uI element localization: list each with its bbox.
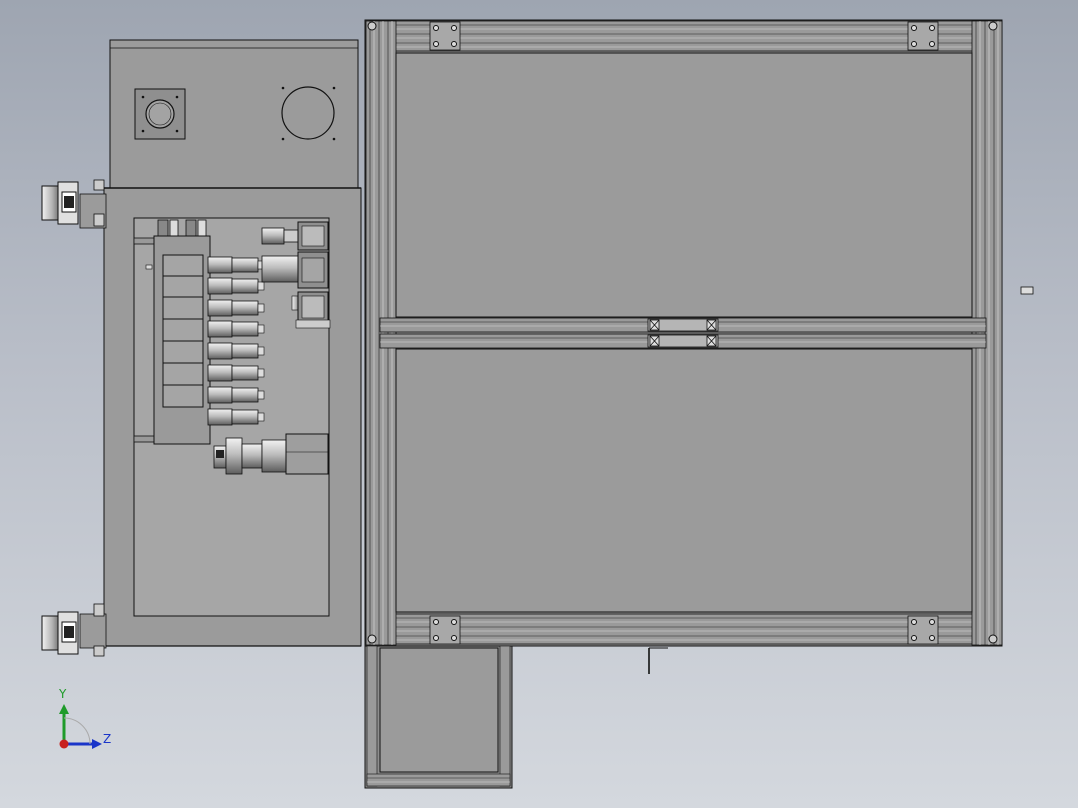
upper-panel-area <box>395 52 973 318</box>
bottom-extension <box>364 645 513 789</box>
right-tab <box>1020 286 1034 295</box>
graphics-viewport[interactable]: Y Z <box>0 0 1078 808</box>
cad-model-view[interactable] <box>0 0 1078 808</box>
axis-y-label: Y <box>59 687 67 701</box>
coordinate-triad <box>59 704 102 749</box>
pump-motor <box>213 433 329 475</box>
round-fan-cutout <box>281 86 335 140</box>
main-frame <box>364 19 1003 647</box>
lower-panel-area <box>395 348 973 613</box>
axis-z-label: Z <box>103 732 112 746</box>
